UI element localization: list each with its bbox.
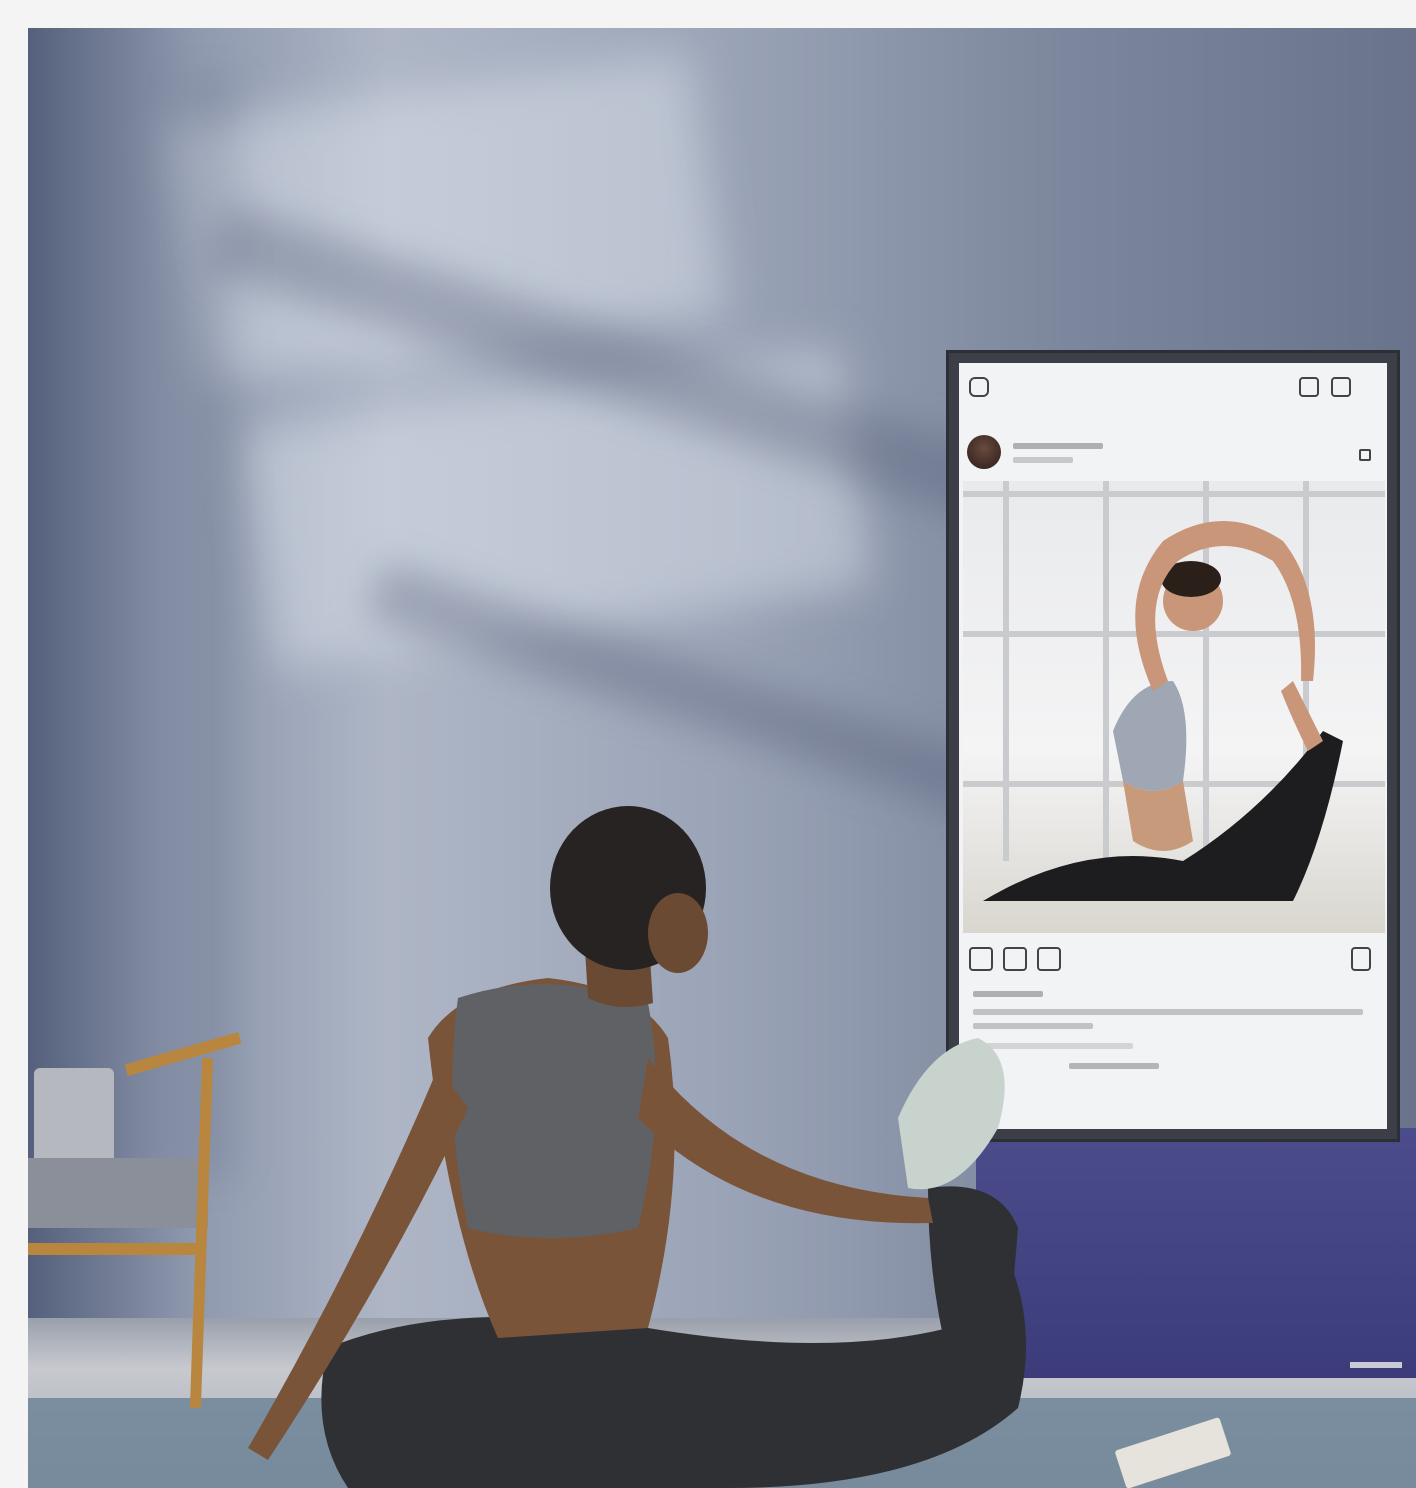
woman-stretching	[248, 806, 1026, 1488]
photo-scene	[28, 28, 1416, 1488]
